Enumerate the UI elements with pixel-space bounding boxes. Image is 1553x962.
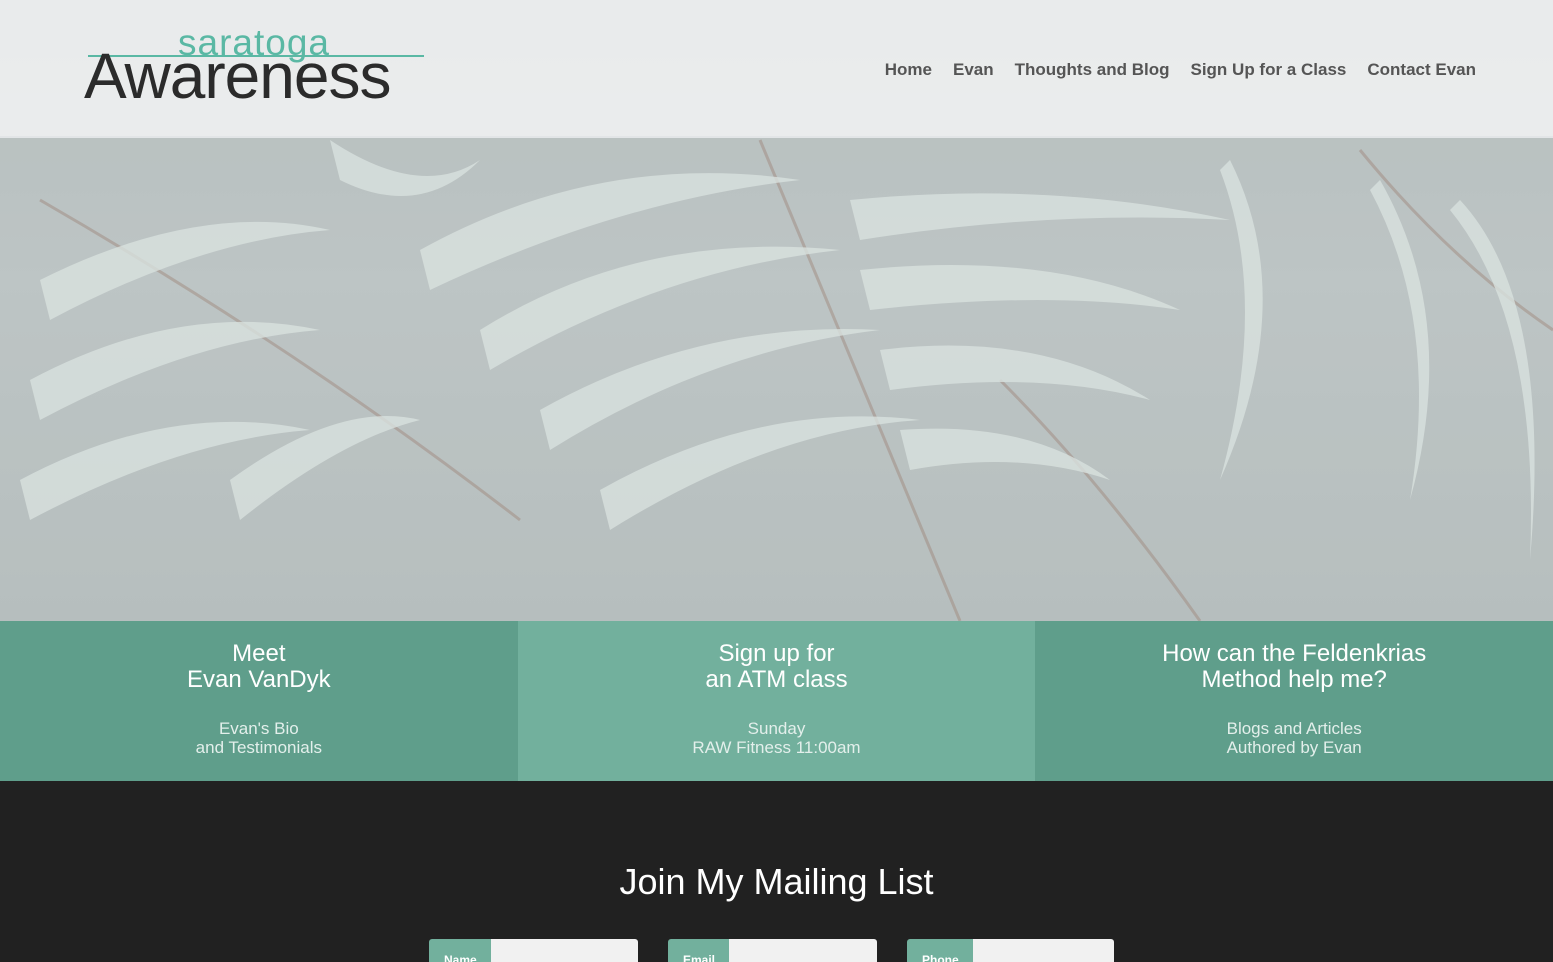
feature-meet-evan[interactable]: Meet Evan VanDyk Evan's Bio and Testimon… [0,621,518,781]
site-header: saratoga Awareness Home Evan Thoughts an… [0,0,1553,138]
feature-title: Meet Evan VanDyk [187,640,331,693]
logo-big-text: Awareness [84,40,391,112]
phone-input[interactable] [972,939,1114,962]
email-input[interactable] [729,939,878,962]
feature-sign-up[interactable]: Sign up for an ATM class Sunday RAW Fitn… [517,621,1036,781]
feature-subtitle: Sunday RAW Fitness 11:00am [692,719,861,757]
nav-sign-up[interactable]: Sign Up for a Class [1190,60,1346,80]
mailing-list-title: Join My Mailing List [619,861,934,902]
feature-subtitle: Evan's Bio and Testimonials [195,719,322,757]
phone-label: Phone [907,939,973,962]
name-input[interactable] [490,939,638,962]
feature-subtitle: Blogs and Articles Authored by Evan [1226,719,1362,757]
email-label: Email [668,939,730,962]
nav-blog[interactable]: Thoughts and Blog [1015,60,1170,80]
name-label: Name [429,939,491,962]
mailing-list-section: Join My Mailing List Name Email Phone [0,781,1553,962]
site-logo[interactable]: saratoga Awareness [84,22,429,112]
nav-contact[interactable]: Contact Evan [1367,60,1476,80]
email-field-group: Email [668,939,878,962]
phone-field-group: Phone [907,939,1114,962]
name-field-group: Name [429,939,638,962]
main-nav: Home Evan Thoughts and Blog Sign Up for … [864,60,1476,80]
nav-evan[interactable]: Evan [953,60,994,80]
feature-title: How can the Feldenkrias Method help me? [1162,640,1427,693]
nav-home[interactable]: Home [885,60,932,80]
feature-title: Sign up for an ATM class [705,640,848,693]
feature-boxes: Meet Evan VanDyk Evan's Bio and Testimon… [0,621,1553,781]
feature-method-help[interactable]: How can the Feldenkrias Method help me? … [1035,621,1553,781]
